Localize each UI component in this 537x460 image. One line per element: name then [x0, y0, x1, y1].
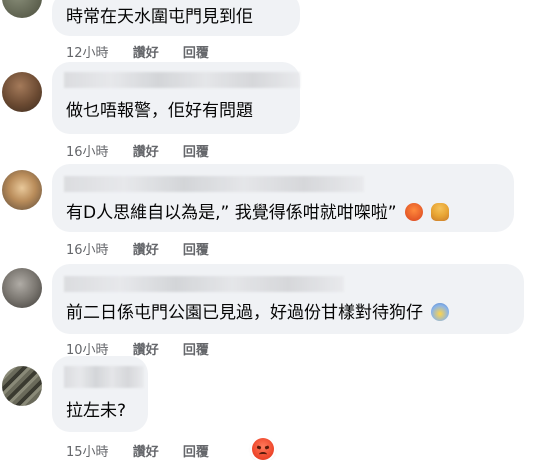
- like-button[interactable]: 讚好: [133, 46, 159, 61]
- author-name-redacted: [64, 176, 364, 192]
- comment-timestamp[interactable]: 12小時: [66, 46, 109, 61]
- comment-bubble: 有D人思維自以為是,” 我覺得係咁就咁㗎啦”: [52, 164, 514, 232]
- comment-bubble: 拉左未?: [52, 356, 148, 432]
- avatar[interactable]: [2, 170, 42, 210]
- like-button[interactable]: 讚好: [133, 243, 159, 258]
- reply-button[interactable]: 回覆: [183, 343, 209, 358]
- angry-reaction-icon[interactable]: [252, 438, 274, 460]
- comment-actions: 16小時 讚好 回覆: [66, 239, 229, 258]
- author-name-redacted: [64, 276, 344, 292]
- comment-text-content: 前二日係屯門公園已見過，好過份甘樣對待狗仔: [66, 303, 423, 323]
- comment-actions: 16小時 讚好 回覆: [66, 141, 229, 160]
- avatar[interactable]: [2, 0, 42, 18]
- avatar[interactable]: [2, 268, 42, 308]
- author-name-redacted: [64, 72, 300, 88]
- comment-actions: 12小時 讚好 回覆: [66, 42, 229, 61]
- comment-timestamp[interactable]: 15小時: [66, 445, 109, 460]
- comment-text: 有D人思維自以為是,” 我覺得係咁就咁㗎啦”: [66, 202, 450, 224]
- reply-button[interactable]: 回覆: [183, 445, 209, 460]
- cursing-face-emoji: [404, 203, 423, 221]
- reply-button[interactable]: 回覆: [183, 46, 209, 61]
- comment-text-content: 有D人思維自以為是,” 我覺得係咁就咁㗎啦”: [66, 203, 397, 223]
- shrugging-person-emoji: [431, 203, 450, 221]
- reply-button[interactable]: 回覆: [183, 145, 209, 160]
- comment-bubble: 前二日係屯門公園已見過，好過份甘樣對待狗仔: [52, 264, 524, 334]
- screaming-face-emoji: [431, 303, 450, 321]
- like-button[interactable]: 讚好: [133, 445, 159, 460]
- comment-actions: 15小時 讚好 回覆: [66, 441, 229, 460]
- avatar[interactable]: [2, 72, 42, 112]
- author-name-redacted: [64, 366, 144, 388]
- like-button[interactable]: 讚好: [133, 145, 159, 160]
- comment-bubble: 時常在天水圍屯門見到佢: [52, 0, 300, 36]
- comment-text: 時常在天水圍屯門見到佢: [66, 7, 253, 27]
- comment-bubble: 做乜唔報警，佢好有問題: [52, 62, 300, 134]
- reply-button[interactable]: 回覆: [183, 243, 209, 258]
- avatar[interactable]: [2, 366, 42, 406]
- comment-text: 前二日係屯門公園已見過，好過份甘樣對待狗仔: [66, 302, 450, 324]
- angry-reaction-mouth: [259, 452, 267, 457]
- comment-text: 拉左未?: [66, 401, 127, 421]
- comment-timestamp[interactable]: 16小時: [66, 243, 109, 258]
- comment-text: 做乜唔報警，佢好有問題: [66, 101, 253, 121]
- comment-timestamp[interactable]: 16小時: [66, 145, 109, 160]
- like-button[interactable]: 讚好: [133, 343, 159, 358]
